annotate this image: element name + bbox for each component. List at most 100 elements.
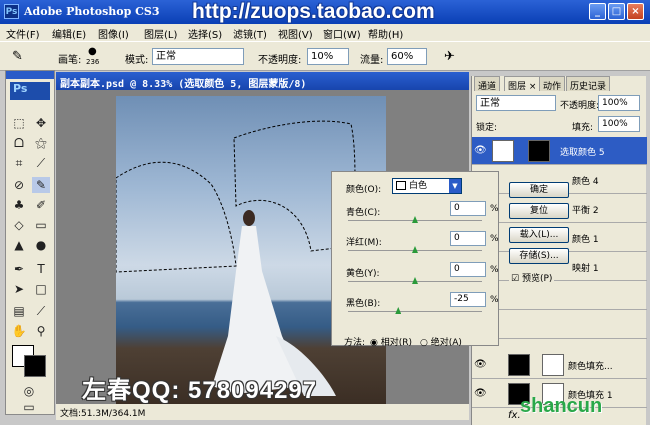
black-slider[interactable] [348, 307, 482, 314]
menu-window[interactable]: 窗口(W) [323, 26, 361, 41]
move-tool-icon[interactable]: ✥ [32, 115, 50, 131]
lasso-tool-icon[interactable]: ᗝ [10, 135, 28, 151]
relative-label: 相对(R) [380, 338, 412, 348]
cyan-slider[interactable] [348, 216, 482, 223]
layer-name: 颜色 1 [572, 235, 599, 245]
layer-row[interactable]: 👁 颜色填充... [472, 351, 647, 379]
chevron-down-icon[interactable]: ▼ [449, 179, 461, 193]
notes-tool-icon[interactable]: ▤ [10, 303, 28, 319]
brush-dot-icon[interactable]: ● [88, 46, 97, 57]
zoom-tool-icon[interactable]: ⚲ [32, 323, 50, 339]
tab-actions[interactable]: 动作 [539, 76, 566, 92]
eye-icon[interactable]: 👁 [474, 359, 487, 370]
fill-input[interactable]: 100% [598, 116, 640, 132]
slice-tool-icon[interactable]: ⟋ [32, 155, 50, 171]
flow-label: 流量: [360, 55, 384, 66]
menu-select[interactable]: 选择(S) [188, 26, 222, 41]
healing-tool-icon[interactable]: ⊘ [10, 177, 28, 193]
dodge-tool-icon[interactable]: ● [32, 237, 50, 253]
magenta-slider-thumb[interactable] [412, 246, 418, 253]
path-select-icon[interactable]: ➤ [10, 281, 28, 297]
save-button[interactable]: 存储(S)... [509, 248, 569, 264]
brush-tool-icon[interactable]: ✎ [32, 177, 50, 193]
tab-channels[interactable]: 通道 [474, 76, 501, 92]
cyan-slider-thumb[interactable] [412, 216, 418, 223]
screen-mode-icon[interactable]: ▭ [20, 399, 38, 415]
yellow-unit: % [490, 265, 499, 275]
menu-layer[interactable]: 图层(L) [144, 26, 177, 41]
minimize-button[interactable]: _ [589, 3, 606, 20]
yellow-slider[interactable] [348, 277, 482, 284]
blend-mode-select[interactable]: 正常 [476, 95, 556, 111]
tab-history[interactable]: 历史记录 [566, 76, 611, 92]
yellow-input[interactable]: 0 [450, 262, 486, 277]
magenta-slider[interactable] [348, 246, 482, 253]
menu-filter[interactable]: 滤镜(T) [233, 26, 267, 41]
selective-color-dialog: 颜色(O): 白色 ▼ 青色(C): 0 % 洋红(M): 0 % 黄色(Y):… [331, 171, 499, 348]
reset-button[interactable]: 复位 [509, 203, 569, 219]
eye-icon[interactable]: 👁 [474, 145, 487, 156]
magenta-unit: % [490, 234, 499, 244]
yellow-label: 黄色(Y): [346, 269, 380, 279]
black-input[interactable]: -25 [450, 292, 486, 307]
menu-edit[interactable]: 编辑(E) [52, 26, 86, 41]
background-color-swatch[interactable] [24, 355, 46, 377]
gradient-tool-icon[interactable]: ▭ [32, 217, 50, 233]
layer-name: 颜色 4 [572, 177, 599, 187]
absolute-label: 绝对(A) [430, 338, 462, 348]
bride-dress [212, 226, 304, 394]
magenta-input[interactable]: 0 [450, 231, 486, 246]
layer-opacity-label: 不透明度: [560, 101, 600, 111]
menu-view[interactable]: 视图(V) [278, 26, 313, 41]
adjustment-thumb [492, 140, 514, 162]
yellow-slider-thumb[interactable] [412, 277, 418, 284]
layer-name: 选取颜色 5 [560, 148, 605, 158]
colors-select[interactable]: 白色 ▼ [392, 178, 462, 194]
quick-mask-icon[interactable]: ◎ [20, 383, 38, 399]
history-brush-icon[interactable]: ✐ [32, 197, 50, 213]
layer-row[interactable]: 👁 选取颜色 5 [472, 137, 647, 165]
cyan-input[interactable]: 0 [450, 201, 486, 216]
colors-label: 颜色(O): [346, 185, 382, 195]
fx-icon[interactable]: fx. [508, 410, 521, 421]
preview-checkbox[interactable]: ☑ 预览(P) [509, 270, 555, 285]
close-button[interactable]: × [627, 3, 644, 20]
menu-file[interactable]: 文件(F) [6, 26, 40, 41]
ok-button[interactable]: 确定 [509, 182, 569, 198]
flow-input[interactable]: 60% [387, 48, 427, 65]
relative-radio[interactable]: ◉ 相对(R) [370, 335, 412, 348]
blend-mode-value: 正常 [480, 98, 500, 109]
blur-tool-icon[interactable]: ▲ [10, 237, 28, 253]
pen-tool-icon[interactable]: ✒ [10, 261, 28, 277]
opacity-input[interactable]: 10% [307, 48, 349, 65]
eyedropper-icon[interactable]: ⟋ [32, 303, 50, 319]
black-slider-thumb[interactable] [395, 307, 402, 314]
layer-opacity-input[interactable]: 100% [598, 95, 640, 111]
eye-icon[interactable]: 👁 [474, 388, 487, 399]
shape-tool-icon[interactable]: □ [32, 281, 50, 297]
load-button[interactable]: 载入(L)... [509, 227, 569, 243]
magic-wand-icon[interactable]: ⚝ [32, 135, 50, 151]
crop-tool-icon[interactable]: ⌗ [10, 155, 28, 171]
app-title: Adobe Photoshop CS3 [24, 5, 160, 18]
opacity-label: 不透明度: [258, 55, 302, 66]
stamp-tool-icon[interactable]: ♣ [10, 197, 28, 213]
menu-help[interactable]: 帮助(H) [368, 26, 403, 41]
brush-tool-icon[interactable]: ✎ [12, 49, 23, 64]
type-tool-icon[interactable]: T [32, 261, 50, 277]
airbrush-icon[interactable]: ✈ [444, 49, 455, 64]
flow-value: 60% [391, 51, 414, 62]
document-title: 副本副本.psd @ 8.33% (选取颜色 5, 图层蒙版/8) [56, 72, 469, 90]
maximize-button[interactable]: □ [608, 3, 625, 20]
mode-select[interactable]: 正常 [152, 48, 244, 65]
eraser-tool-icon[interactable]: ◇ [10, 217, 28, 233]
hand-tool-icon[interactable]: ✋ [10, 323, 28, 339]
opacity-value: 10% [311, 51, 334, 62]
menu-image[interactable]: 图像(I) [98, 26, 129, 41]
status-bar: 文档:51.3M/364.1M [56, 404, 469, 420]
brush-label: 画笔: [58, 55, 82, 66]
marquee-tool-icon[interactable]: ⬚ [10, 115, 28, 131]
absolute-radio[interactable]: ○ 绝对(A) [420, 335, 462, 348]
tab-layers[interactable]: 图层 × [504, 76, 541, 92]
selection-marquee-left [116, 161, 237, 273]
